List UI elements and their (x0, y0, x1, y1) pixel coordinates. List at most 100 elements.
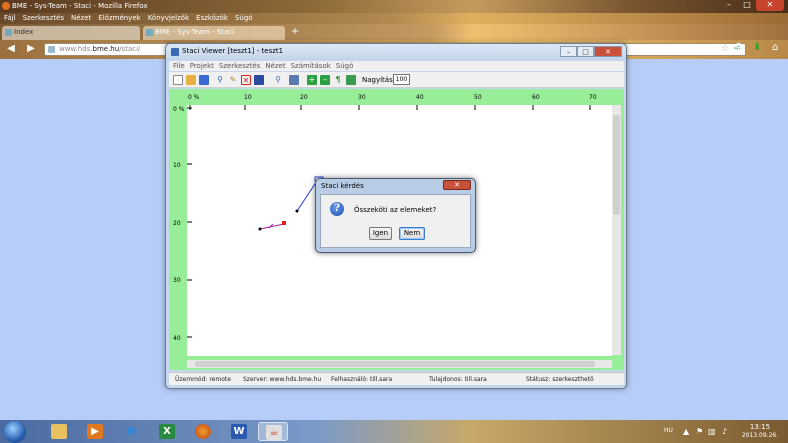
excel-icon: X (159, 424, 175, 439)
dialog-message: Összeköti az elemeket? (354, 206, 437, 214)
node-point[interactable] (258, 227, 262, 231)
staci-status-bar: Üzemmód: remote Szerver: www.hds.bme.hu … (169, 372, 624, 385)
taskbar-java[interactable]: ☕ (258, 422, 288, 441)
y-ruler-tick-label: 20 (173, 220, 181, 227)
close-button[interactable]: ✕ (756, 0, 784, 11)
x-ruler-tick-label: 20 (300, 94, 308, 101)
staci-menu-edit[interactable]: Szerkesztés (219, 61, 260, 71)
staci-maximize-button[interactable]: □ (577, 46, 594, 57)
home-icon[interactable]: ⌂ (772, 42, 778, 53)
site-identity-icon[interactable] (48, 46, 55, 53)
menu-history[interactable]: Előzmények (98, 13, 140, 24)
save-icon[interactable] (199, 75, 209, 85)
scrollbar-thumb[interactable] (195, 361, 595, 367)
zoom-icon[interactable]: ⚲ (273, 75, 283, 85)
menu-edit[interactable]: Szerkesztés (23, 13, 64, 24)
menu-bookmarks[interactable]: Könyvjelzők (148, 13, 189, 24)
tab-label: BME - Sys-Team - Staci (155, 28, 235, 36)
print-icon[interactable] (289, 75, 299, 85)
new-tab-button[interactable]: + (289, 27, 301, 38)
calculate-icon[interactable] (346, 75, 356, 85)
yes-button[interactable]: Igen (369, 227, 392, 240)
network-icon[interactable]: ▥ (708, 427, 716, 436)
node-selected[interactable] (282, 221, 286, 225)
staci-title-bar: Staci Viewer [teszt1] - teszt1 – □ ✕ (166, 44, 626, 60)
minimize-button[interactable]: – (720, 0, 738, 11)
firefox-title-bar: BME - Sys-Team - Staci - Mozilla Firefox… (0, 0, 788, 13)
remove-icon[interactable]: – (320, 75, 330, 85)
tab-staci[interactable]: BME - Sys-Team - Staci (143, 26, 285, 40)
node-point[interactable] (295, 209, 299, 213)
media-player-icon: ▶ (87, 424, 103, 439)
taskbar-explorer[interactable] (44, 422, 74, 441)
horizontal-scrollbar[interactable] (187, 360, 612, 368)
menu-file[interactable]: Fájl (4, 13, 16, 24)
add-icon[interactable]: + (307, 75, 317, 85)
firefox-logo-icon (2, 2, 10, 10)
staci-menu-help[interactable]: Súgó (336, 61, 354, 71)
tab-index[interactable]: Index (2, 26, 140, 40)
staci-close-button[interactable]: ✕ (594, 46, 622, 57)
select-tool-icon[interactable]: ⚲ (215, 75, 225, 85)
taskbar-internet-explorer[interactable]: e (116, 422, 146, 441)
staci-app-icon (171, 48, 179, 56)
taskbar-excel[interactable]: X (152, 422, 182, 441)
back-arrow-icon[interactable]: ◀ (4, 43, 18, 56)
open-folder-icon[interactable] (186, 75, 196, 85)
x-ruler-tick-label: 70 (589, 94, 597, 101)
x-ruler-tick-label: 50 (474, 94, 482, 101)
forward-arrow-icon[interactable]: ▶ (24, 43, 38, 56)
staci-menu-project[interactable]: Projekt (190, 61, 214, 71)
staci-menu-calculations[interactable]: Számítások (291, 61, 331, 71)
no-button[interactable]: Nem (399, 227, 425, 240)
zoom-label: Nagyítás: (362, 76, 396, 84)
firefox-icon (195, 424, 211, 439)
connection-line[interactable] (296, 180, 318, 212)
taskbar-firefox[interactable] (188, 422, 218, 441)
menu-help[interactable]: Súgó (235, 13, 253, 24)
bookmark-star-icon[interactable]: ☆ (721, 44, 729, 54)
x-ruler-tick-label: 10 (244, 94, 252, 101)
status-user: Felhasználó: till.sara (331, 376, 393, 383)
y-ruler-tick-label: 10 (173, 162, 181, 169)
delete-icon[interactable]: ✕ (241, 75, 251, 85)
confirm-dialog: Staci kérdés ✕ ? Összeköti az elemeket? … (315, 178, 476, 253)
search-icon[interactable]: ⚲ (735, 42, 742, 53)
staci-menu-file[interactable]: File (173, 61, 185, 71)
download-icon[interactable]: ⬇ (753, 42, 761, 53)
clock-date[interactable]: 2013.09.26. (738, 432, 782, 439)
system-tray: HU ▲ ⚑ ▥ ♪ 13:15 2013.09.26. (656, 422, 788, 443)
flag-icon[interactable]: ⚑ (696, 427, 703, 436)
x-ruler-tick-label: 30 (358, 94, 366, 101)
staci-menu-view[interactable]: Nézet (265, 61, 285, 71)
staci-minimize-button[interactable]: – (560, 46, 577, 57)
taskbar-word[interactable]: W (224, 422, 254, 441)
menu-tools[interactable]: Eszközök (196, 13, 228, 24)
status-owner: Tulajdonos: till.sara (429, 376, 487, 383)
status-mode: Üzemmód: remote (175, 376, 231, 383)
database-icon[interactable] (254, 75, 264, 85)
taskbar-media-player[interactable]: ▶ (80, 422, 110, 441)
clock-time[interactable]: 13:15 (742, 423, 778, 431)
zoom-input[interactable]: 100 (393, 74, 410, 85)
scrollbar-thumb[interactable] (613, 115, 620, 215)
show-hidden-icons-icon[interactable]: ▲ (683, 427, 689, 436)
status-server: Szerver: www.hds.bme.hu (243, 376, 322, 383)
new-file-icon[interactable] (173, 75, 183, 85)
staci-toolbar: ⚲ ✎ ✕ ⚲ + – ¶ Nagyítás: 100 (169, 72, 624, 88)
language-indicator[interactable]: HU (664, 427, 673, 434)
folder-icon (51, 424, 67, 439)
windows-taskbar: ▶ e X W ☕ HU ▲ ⚑ ▥ ♪ 13:15 2013.09.26. (0, 420, 788, 443)
vertical-scrollbar[interactable] (612, 105, 621, 355)
dialog-title: Staci kérdés (321, 182, 364, 190)
start-button[interactable] (4, 421, 26, 443)
firefox-menu-bar: Fájl Szerkesztés Nézet Előzmények Könyvj… (0, 13, 788, 24)
status-state: Státusz: szerkeszthető (526, 376, 594, 383)
dialog-body: ? Összeköti az elemeket? Igen Nem (320, 194, 471, 248)
pipe-icon[interactable]: ¶ (333, 75, 343, 85)
pencil-icon[interactable]: ✎ (228, 75, 238, 85)
dialog-close-button[interactable]: ✕ (443, 180, 471, 190)
maximize-button[interactable]: □ (738, 0, 756, 11)
menu-view[interactable]: Nézet (71, 13, 91, 24)
volume-icon[interactable]: ♪ (722, 427, 727, 436)
